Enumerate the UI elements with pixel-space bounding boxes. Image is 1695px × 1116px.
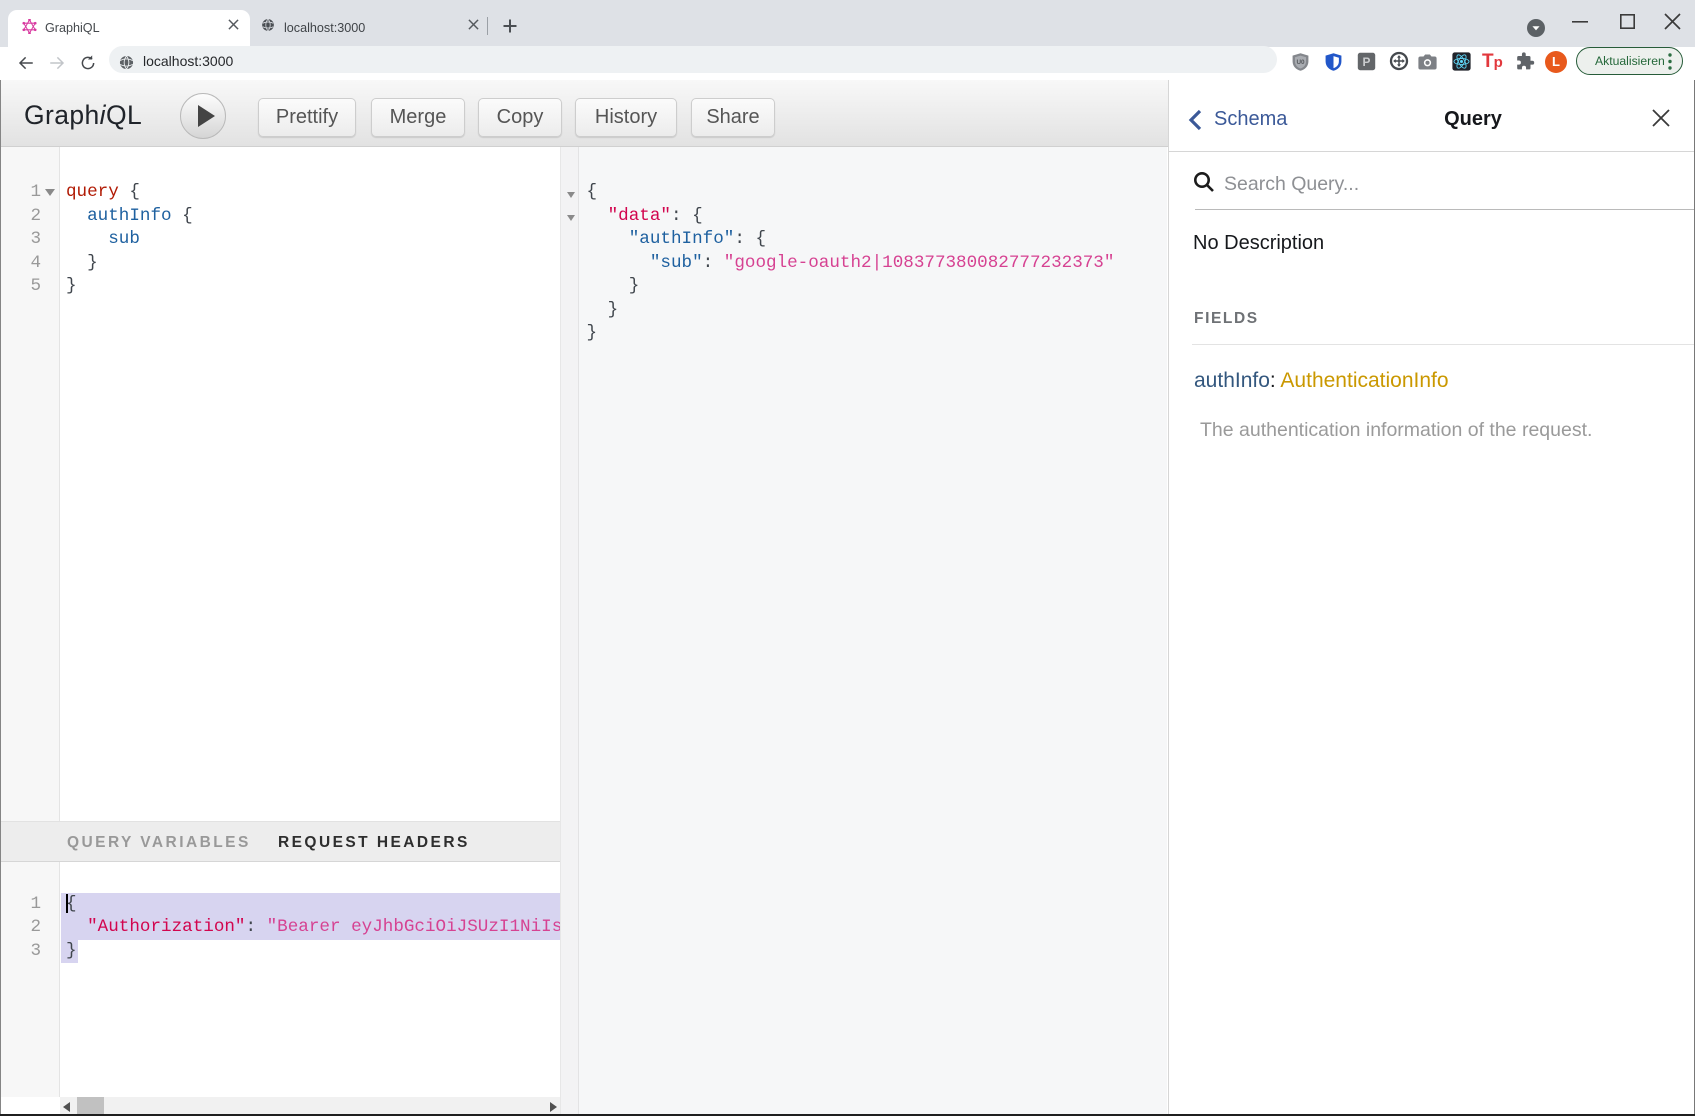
svg-text:P: P	[1363, 55, 1371, 69]
svg-text:U0: U0	[1296, 59, 1305, 66]
